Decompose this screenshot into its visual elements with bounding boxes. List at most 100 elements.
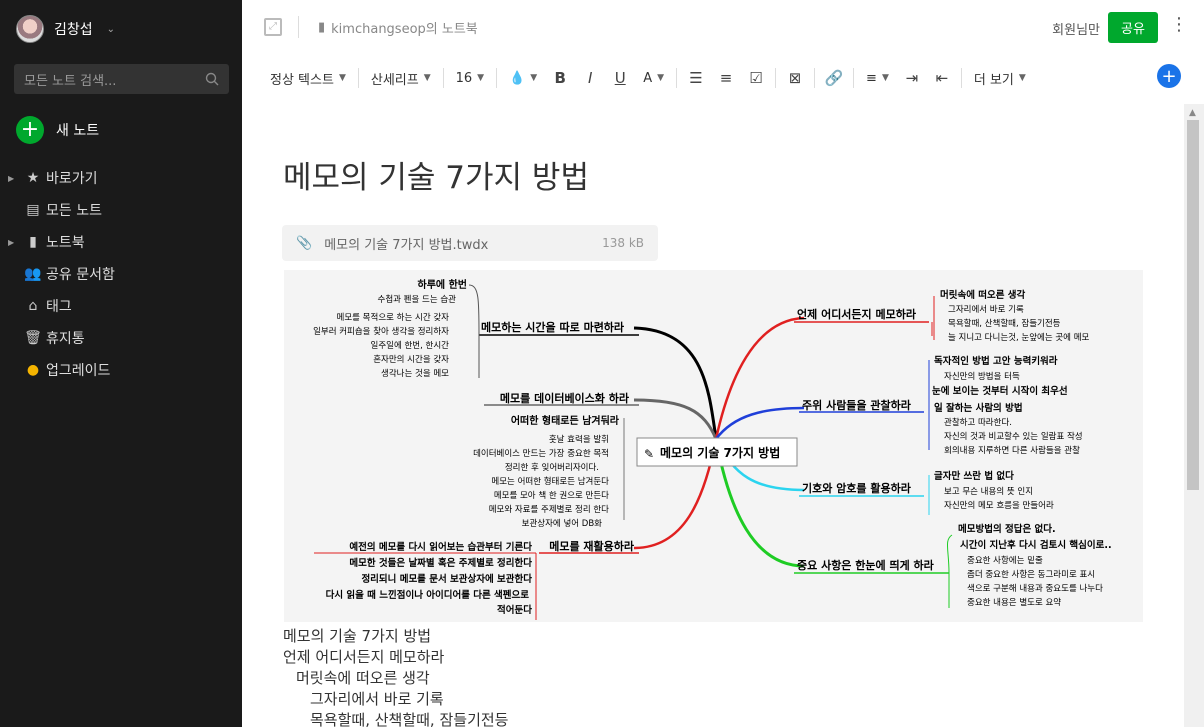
scroll-thumb[interactable] [1187, 120, 1199, 490]
mindmap-image[interactable]: ✎ 메모의 기술 7가지 방법 메모하는 시간을 따로 마련하라 하루에 한번 … [284, 270, 1143, 622]
insert-plus-icon[interactable]: + [1157, 64, 1181, 88]
font-dropdown[interactable]: 산세리프 ▼ [363, 64, 439, 92]
sidebar-item-label: 업그레이드 [46, 363, 111, 379]
font-size-dropdown[interactable]: 16 ▼ [448, 64, 492, 92]
star-icon: ★ [26, 170, 40, 186]
notebook-icon: ▮ [29, 234, 37, 250]
divider [442, 68, 444, 88]
align-icon: ≡ [866, 70, 877, 86]
mindmap-node: 일부러 커피숍을 찾아 생각을 정리하자 [313, 326, 449, 337]
chevron-down-icon: ▼ [881, 73, 889, 83]
bold-icon[interactable]: B [545, 64, 575, 92]
mindmap-node: 생각나는 것을 메모 [381, 368, 449, 379]
mindmap-node: 메모를 모아 책 한 권으로 만든다 [494, 490, 609, 501]
indent-icon[interactable]: ⇥ [897, 64, 927, 92]
divider [775, 68, 777, 88]
mindmap-node: 예전의 메모를 다시 읽어보는 습관부터 기른다 [349, 541, 532, 553]
search-input[interactable]: 모든 노트 검색... [14, 64, 229, 94]
mindmap-node: 수첩과 펜을 드는 습관 [378, 294, 457, 305]
mindmap-node: 메모를 목적으로 하는 시간 갖자 [337, 312, 450, 323]
note-editor[interactable]: 메모의 기술 7가지 방법 📎 메모의 기술 7가지 방법.twdx 138 k… [242, 104, 1184, 727]
attachment[interactable]: 📎 메모의 기술 7가지 방법.twdx 138 kB [282, 225, 658, 261]
sidebar-item-label: 휴지통 [46, 331, 85, 347]
divider [298, 16, 299, 38]
sidebar-item-notebooks[interactable]: ▶ ▮ 노트북 [0, 226, 242, 258]
bullet-list-icon[interactable]: ☰ [681, 64, 711, 92]
mindmap-node: 좀더 중요한 사항은 동그라미로 표시 [967, 570, 1095, 580]
body-line: 그자리에서 바로 기록 [310, 690, 444, 708]
note-body[interactable]: 메모의 기술 7가지 방법 언제 어디서든지 메모하라 머릿속에 떠오른 생각 … [283, 626, 508, 727]
chevron-down-icon: ▼ [657, 73, 665, 83]
body-line: 언제 어디서든지 메모하라 [283, 648, 445, 666]
scrollbar[interactable]: ▲ [1184, 104, 1204, 727]
highlight-dropdown[interactable]: A ▼ [635, 64, 672, 92]
mindmap-branch: 기호와 암호를 활용하라 [802, 481, 912, 495]
mindmap-center: 메모의 기술 7가지 방법 [660, 445, 780, 460]
mindmap-node: 일주일에 한번, 한시간 [371, 340, 450, 351]
notebook-breadcrumb[interactable]: ▮ kimchangseop의 노트북 [318, 18, 478, 37]
sidebar-item-label: 태그 [46, 299, 72, 315]
search-icon [205, 72, 219, 86]
sidebar-item-label: 노트북 [46, 235, 85, 251]
new-note-label: 새 노트 [56, 123, 100, 139]
italic-icon[interactable]: I [575, 64, 605, 92]
mindmap-node: 자신만의 방법을 터득 [944, 371, 1020, 382]
more-dropdown[interactable]: 더 보기 ▼ [966, 64, 1034, 92]
chevron-down-icon: ▼ [338, 73, 346, 83]
outdent-icon[interactable]: ⇤ [927, 64, 957, 92]
divider [496, 68, 498, 88]
mindmap-node: 자신의 것과 비교할수 있는 일람표 작성 [944, 431, 1083, 442]
more-options-icon[interactable]: ⋮ [1170, 14, 1188, 35]
mindmap-node: 하루에 한번 [418, 278, 467, 291]
text-color-dropdown[interactable]: 💧 ▼ [501, 64, 545, 92]
note-title[interactable]: 메모의 기술 7가지 방법 [283, 152, 589, 197]
mindmap-node: 목욕할때, 산책할때, 잠들기전등 [948, 318, 1061, 329]
mindmap-node: 중요한 사항에는 밑줄 [967, 555, 1043, 566]
expand-arrow-icon[interactable]: ▶ [8, 238, 20, 247]
expand-arrow-icon[interactable]: ▶ [8, 174, 20, 183]
mindmap-branch: 메모하는 시간을 따로 마련하라 [481, 320, 625, 334]
sidebar-item-upgrade[interactable]: ● 업그레이드 [0, 354, 242, 386]
mindmap-node: 정리되니 메모를 문서 보관상자에 보관한다 [361, 573, 532, 585]
link-icon[interactable]: 🔗 [819, 64, 849, 92]
sidebar-item-shortcuts[interactable]: ▶ ★ 바로가기 [0, 162, 242, 194]
text-style-dropdown[interactable]: 정상 텍스트 ▼ [262, 64, 354, 92]
sidebar: 김창섭 ⌄ 모든 노트 검색... + 새 노트 ▶ ★ 바로가기 ▤ 모든 노… [0, 0, 242, 727]
search-placeholder: 모든 노트 검색... [24, 73, 117, 89]
more-label: 더 보기 [973, 72, 1014, 88]
notebook-name: kimchangseop의 노트북 [331, 22, 478, 37]
sidebar-item-trash[interactable]: 🗑 휴지통 [0, 322, 242, 354]
divider [853, 68, 855, 88]
notes-icon: ▤ [26, 202, 40, 218]
mindmap-node: 일 잘하는 사람의 방법 [934, 402, 1023, 414]
mindmap-node: 늘 지니고 다니는것, 눈앞에는 곳에 메모 [948, 332, 1090, 343]
sidebar-item-tags[interactable]: ⌂ 태그 [0, 290, 242, 322]
mindmap-node: 훗날 효력을 발휘 [549, 434, 609, 445]
sharing-status[interactable]: 회원님만 [1052, 19, 1100, 38]
mindmap-node: 색으로 구분해 내용과 중요도를 나누다 [967, 583, 1103, 594]
account-menu[interactable]: 김창섭 ⌄ [16, 14, 115, 44]
mindmap-node: 글자만 쓰란 법 없다 [934, 470, 1014, 482]
body-line: 목욕할때, 산책할때, 잠들기전등 [310, 711, 509, 727]
mindmap-node: 머릿속에 떠오른 생각 [940, 289, 1026, 301]
sidebar-item-label: 바로가기 [46, 171, 98, 187]
insert-table-icon[interactable]: ⊠ [780, 64, 810, 92]
sidebar-item-label: 공유 문서함 [46, 267, 115, 283]
divider [960, 68, 962, 88]
font-label: 산세리프 [370, 72, 419, 88]
checklist-icon[interactable]: ☑ [741, 64, 771, 92]
note-header: ⤢ ▮ kimchangseop의 노트북 회원님만 공유 ⋮ [242, 0, 1204, 56]
numbered-list-icon[interactable]: ≡ [711, 64, 741, 92]
sidebar-item-all-notes[interactable]: ▤ 모든 노트 [0, 194, 242, 226]
font-size-label: 16 [455, 70, 473, 86]
new-note-button[interactable]: + 새 노트 [16, 116, 99, 144]
expand-icon[interactable]: ⤢ [264, 18, 282, 36]
underline-icon[interactable]: U [605, 64, 635, 92]
scroll-up-icon[interactable]: ▲ [1189, 108, 1196, 118]
mindmap-node: 회의내용 지루하면 다른 사람들을 관찰 [944, 445, 1080, 456]
mindmap-branch: 언제 어디서든지 메모하라 [797, 307, 917, 321]
share-button[interactable]: 공유 [1108, 12, 1158, 43]
sidebar-item-shared[interactable]: 👥 공유 문서함 [0, 258, 242, 290]
divider [676, 68, 678, 88]
align-dropdown[interactable]: ≡ ▼ [858, 64, 897, 92]
